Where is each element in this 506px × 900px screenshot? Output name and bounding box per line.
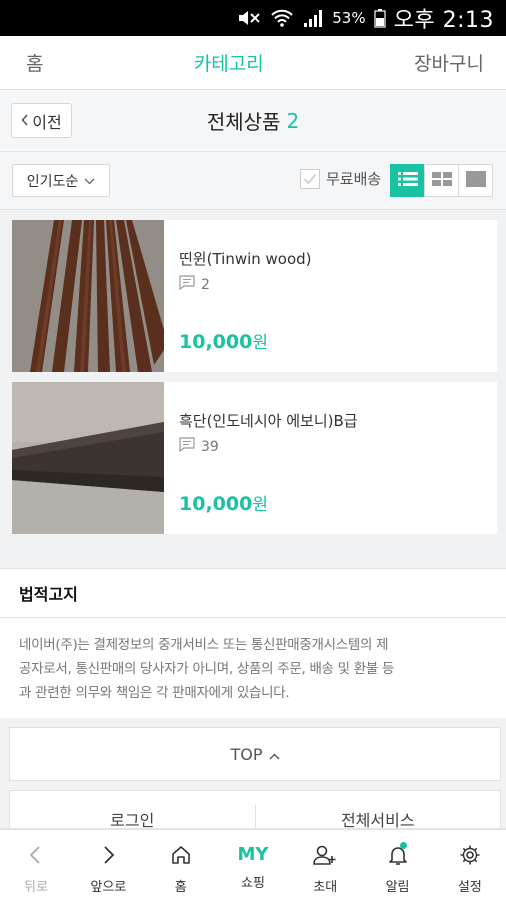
bottom-nav: 뒤로 앞으로 홈 MY 쇼핑 초대 알림 설정: [0, 828, 506, 900]
page-title: 전체상품: [206, 110, 281, 134]
list-view-button[interactable]: [390, 164, 425, 197]
nav-my-shopping[interactable]: MY 쇼핑: [217, 830, 289, 900]
price-currency: 원: [252, 495, 268, 515]
nav-back[interactable]: 뒤로: [0, 830, 72, 900]
product-card[interactable]: 띤윈(Tinwin wood) 2 10,000원: [12, 220, 497, 372]
nav-notifications-label: 알림: [385, 880, 410, 895]
chevron-left-icon: [25, 844, 47, 870]
price-value: 10,000: [179, 493, 253, 515]
nav-invite-label: 초대: [313, 880, 338, 895]
legal-line: 공자로서, 통신판매의 당사자가 아니며, 상품의 주문, 배송 및 환불 등: [19, 661, 395, 677]
mute-icon: [236, 8, 262, 28]
back-button[interactable]: 이전: [11, 103, 72, 138]
chevron-up-icon: [269, 745, 280, 764]
nav-home-bottom[interactable]: 홈: [145, 830, 217, 900]
status-bar: 53% 오후 2:13: [0, 0, 506, 36]
nav-forward-label: 앞으로: [90, 880, 127, 895]
list-icon: [397, 171, 418, 191]
price-value: 10,000: [179, 331, 253, 353]
login-link[interactable]: 로그인: [10, 791, 255, 830]
nav-forward[interactable]: 앞으로: [72, 830, 144, 900]
nav-back-label: 뒤로: [24, 880, 49, 895]
filter-bar: 인기도순 무료배송: [0, 152, 506, 210]
footer-links: 로그인 전체서비스: [9, 790, 501, 830]
wifi-icon: [270, 8, 294, 28]
title-bar: 이전 전체상품 2: [0, 90, 506, 152]
review-icon: [179, 437, 195, 456]
product-reviews: 2: [179, 275, 210, 294]
legal-text: 네이버(주)는 결제정보의 중개서비스 또는 통신판매중개시스템의 제 공자로서…: [0, 618, 506, 718]
sort-label: 인기도순: [26, 173, 79, 190]
nav-shopping-label: 쇼핑: [241, 876, 265, 891]
free-shipping-filter[interactable]: 무료배송: [300, 168, 381, 189]
product-image[interactable]: [12, 220, 164, 372]
nav-settings[interactable]: 설정: [434, 830, 506, 900]
product-price: 10,000원: [179, 328, 268, 353]
product-reviews: 39: [179, 437, 219, 456]
top-button-label: TOP: [230, 744, 263, 764]
product-image[interactable]: [12, 382, 164, 534]
grid-icon: [431, 171, 452, 190]
my-icon: MY: [237, 844, 269, 865]
signal-icon: [302, 8, 324, 28]
chevron-left-icon: [21, 111, 29, 130]
nav-home-label: 홈: [174, 880, 187, 895]
nav-notifications[interactable]: 알림: [361, 830, 433, 900]
nav-category[interactable]: 카테고리: [194, 49, 264, 76]
chevron-right-icon: [97, 844, 119, 870]
chevron-down-icon: [84, 173, 95, 189]
home-icon: [170, 844, 192, 870]
sort-dropdown[interactable]: 인기도순: [12, 164, 110, 197]
nav-invite[interactable]: 초대: [289, 830, 361, 900]
view-toggle: [390, 164, 493, 197]
gear-icon: [459, 844, 481, 870]
battery-percent: 53%: [332, 9, 366, 27]
free-shipping-label: 무료배송: [326, 170, 382, 188]
nav-settings-label: 설정: [457, 880, 482, 895]
free-shipping-checkbox[interactable]: [300, 168, 320, 189]
price-currency: 원: [252, 333, 268, 353]
gallery-view-button[interactable]: [458, 164, 493, 197]
all-services-link[interactable]: 전체서비스: [256, 791, 501, 830]
nav-cart[interactable]: 장바구니: [414, 49, 484, 76]
top-button[interactable]: TOP: [9, 727, 501, 781]
review-icon: [179, 275, 195, 294]
product-price: 10,000원: [179, 490, 268, 515]
review-count: 2: [201, 276, 210, 293]
product-count: 2: [286, 108, 300, 133]
legal-heading: 법적고지: [0, 568, 506, 618]
review-count: 39: [201, 438, 219, 455]
battery-icon: [374, 8, 386, 28]
clock: 오후 2:13: [393, 8, 494, 33]
legal-line: 네이버(주)는 결제정보의 중개서비스 또는 통신판매중개시스템의 제: [19, 637, 389, 653]
product-card[interactable]: 흑단(인도네시아 에보니)B급 39 10,000원: [12, 382, 497, 534]
back-button-label: 이전: [32, 112, 62, 132]
invite-user-icon: [313, 844, 337, 870]
product-name[interactable]: 띤윈(Tinwin wood): [179, 248, 312, 269]
gallery-icon: [465, 170, 486, 191]
notification-dot: [399, 842, 407, 849]
grid-view-button[interactable]: [424, 164, 459, 197]
legal-line: 과 관련한 의무와 책임은 각 판매자에게 있습니다.: [19, 685, 290, 701]
nav-home[interactable]: 홈: [26, 49, 43, 76]
top-nav: 홈 카테고리 장바구니: [0, 36, 506, 90]
product-name[interactable]: 흑단(인도네시아 에보니)B급: [179, 410, 358, 431]
